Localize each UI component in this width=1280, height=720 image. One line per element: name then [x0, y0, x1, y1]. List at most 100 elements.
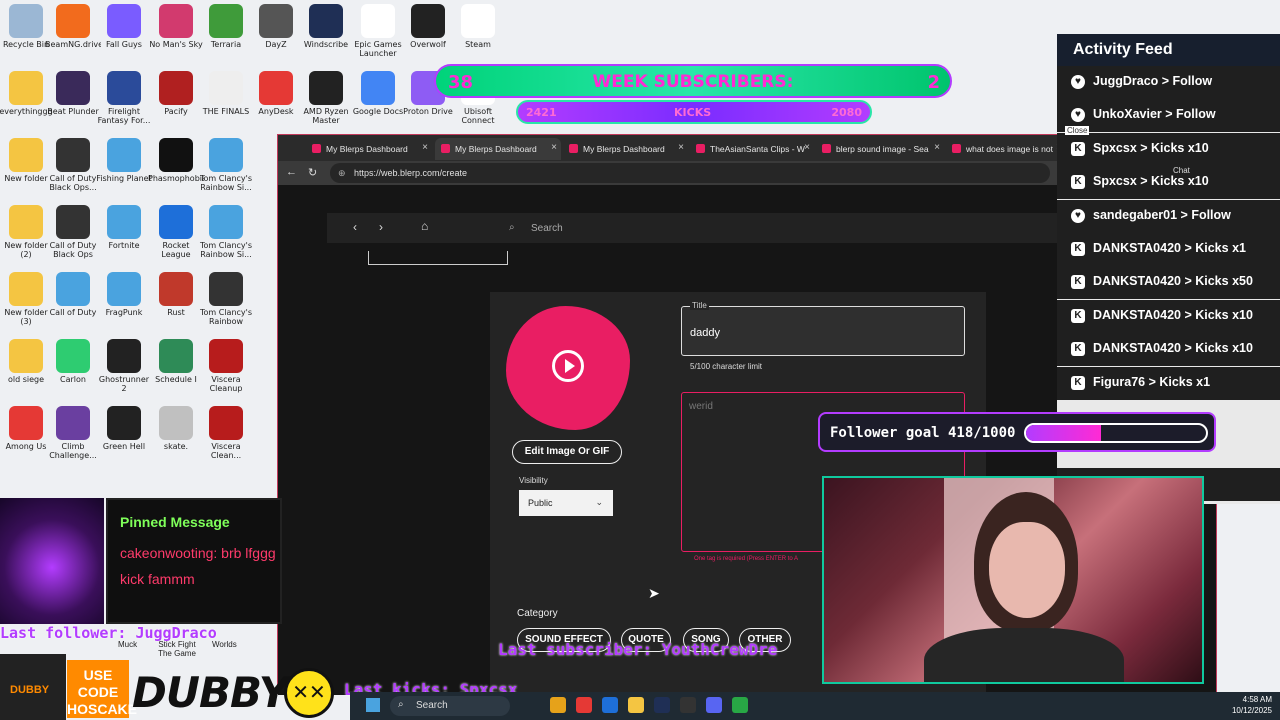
- upload-media-area[interactable]: [506, 306, 630, 430]
- desktop-icon-label: Climb Challenge...: [49, 442, 97, 460]
- desktop-icon[interactable]: Carlon: [45, 339, 101, 393]
- desktop-icon[interactable]: Viscera Clean...: [198, 406, 254, 460]
- desktop-app-icon: [411, 4, 445, 38]
- taskbar-search-icon: ⌕: [398, 699, 404, 710]
- file-explorer-icon[interactable]: [550, 697, 566, 713]
- desktop-icon[interactable]: Climb Challenge...: [45, 406, 101, 460]
- desktop-icon[interactable]: Call of Duty Black Ops: [45, 205, 101, 259]
- desktop-icon-label: Overwolf: [410, 40, 446, 49]
- folder-icon[interactable]: [628, 697, 644, 713]
- reload-icon[interactable]: ↻: [308, 166, 317, 179]
- desktop-icon-label: Ghostrunner 2: [98, 375, 150, 393]
- desktop-icon[interactable]: Call of Duty Black Ops...: [45, 138, 101, 192]
- desktop-icon[interactable]: Fishing Planet: [96, 138, 152, 192]
- desktop-icon[interactable]: Tom Clancy's Rainbow Si...: [198, 205, 254, 259]
- nav-back-icon[interactable]: ‹: [353, 220, 357, 234]
- kick-icon: K: [1071, 141, 1085, 156]
- tab-close-icon[interactable]: ×: [804, 142, 810, 153]
- desktop-icon[interactable]: Epic Games Launcher: [350, 4, 406, 58]
- tab-label: My Blerps Dashboard: [583, 144, 665, 154]
- desktop-icon[interactable]: Pacify: [148, 71, 204, 125]
- collapsed-field: [368, 251, 508, 265]
- lock-icon: ⊕: [338, 168, 346, 178]
- desktop-icon[interactable]: Viscera Cleanup Deta...: [198, 339, 254, 393]
- browser-tab[interactable]: My Blerps Dashboard ×: [563, 138, 688, 160]
- desktop-icon[interactable]: THE FINALS: [198, 71, 254, 125]
- desktop-icon[interactable]: BeamNG.drive: [45, 4, 101, 58]
- desktop-icon-label: Steam: [465, 40, 491, 49]
- desktop-icon[interactable]: Phasmophobia: [148, 138, 204, 192]
- search-input[interactable]: ⌕ Search: [497, 217, 897, 239]
- tab-close-icon[interactable]: ×: [934, 142, 940, 153]
- desktop-app-icon: [361, 4, 395, 38]
- feed-item-text: Figura76 > Kicks x1: [1093, 374, 1211, 389]
- desktop-icon-label: Call of Duty Black Ops: [49, 241, 97, 259]
- browser-taskbar-icon[interactable]: [576, 697, 592, 713]
- heart-icon: ♥: [1071, 75, 1085, 89]
- edit-image-button[interactable]: Edit Image Or GIF: [512, 440, 622, 464]
- desktop-app-icon: [107, 272, 141, 306]
- desktop-app-icon: [461, 4, 495, 38]
- desktop-icon[interactable]: Tom Clancy's Rainbow Six...: [198, 272, 254, 326]
- desktop-icon[interactable]: Overwolf: [400, 4, 456, 58]
- browser-tab[interactable]: My Blerps Dashboard ×: [306, 138, 432, 160]
- desktop-icon[interactable]: Windscribe: [298, 4, 354, 58]
- browser-tab[interactable]: My Blerps Dashboard ×: [435, 138, 561, 160]
- title-field[interactable]: Title daddy: [681, 301, 965, 356]
- visibility-label: Visibility: [519, 476, 548, 485]
- browser-tab[interactable]: what does image is not×: [946, 138, 1066, 160]
- desktop-icon[interactable]: Call of Duty: [45, 272, 101, 326]
- desktop-icon[interactable]: Rocket League: [148, 205, 204, 259]
- desktop-icon[interactable]: Fortnite: [96, 205, 152, 259]
- discord-icon[interactable]: [706, 697, 722, 713]
- desktop-app-icon: [159, 406, 193, 440]
- desktop-icon[interactable]: Fall Guys: [96, 4, 152, 58]
- desktop-icon[interactable]: Google Docs: [350, 71, 406, 125]
- desktop-app-icon: [107, 205, 141, 239]
- desktop-icon-label: AMD Ryzen Master: [303, 107, 349, 125]
- desktop-icon[interactable]: Terraria: [198, 4, 254, 58]
- sub-banner-title: WEEK SUBSCRIBERS:: [592, 72, 794, 92]
- app-taskbar-icon[interactable]: [732, 697, 748, 713]
- home-icon[interactable]: ⌂: [421, 219, 428, 233]
- tab-close-icon[interactable]: ×: [678, 142, 684, 153]
- outlook-icon[interactable]: [602, 697, 618, 713]
- char-limit-text: 5/100 character limit: [690, 362, 763, 371]
- taskbar-clock[interactable]: 4:58 AM 10/12/2025: [1232, 694, 1272, 716]
- steam-taskbar-icon[interactable]: [680, 697, 696, 713]
- desktop-icon-label: BeamNG.drive: [45, 40, 101, 49]
- url-field[interactable]: ⊕ https://web.blerp.com/create: [330, 163, 1050, 183]
- back-icon[interactable]: ←: [286, 166, 297, 178]
- tab-close-icon[interactable]: ×: [422, 142, 428, 153]
- category-label: Category: [517, 608, 558, 619]
- start-icon[interactable]: [366, 698, 380, 712]
- desktop-icon[interactable]: Firelight Fantasy For...: [96, 71, 152, 125]
- nav-forward-icon[interactable]: ›: [379, 220, 383, 234]
- feed-item: K DANKSTA0420 > Kicks x50: [1057, 266, 1280, 300]
- desktop-icon[interactable]: Tom Clancy's Rainbow Si...: [198, 138, 254, 192]
- desktop-icon-label: Ubisoft Connect: [461, 107, 495, 125]
- desktop-icon[interactable]: Ghostrunner 2: [96, 339, 152, 393]
- taskbar-search[interactable]: ⌕ Search: [390, 696, 510, 716]
- desktop-icon-label: DayZ: [265, 40, 287, 49]
- desktop-icon[interactable]: Steam: [450, 4, 506, 58]
- tab-close-icon[interactable]: ×: [551, 142, 557, 153]
- desktop-icon[interactable]: AMD Ryzen Master: [298, 71, 354, 125]
- mouse-cursor-icon: ➤: [648, 585, 660, 601]
- desktop-icon[interactable]: Schedule I: [148, 339, 204, 393]
- desktop-app-icon: [107, 406, 141, 440]
- desktop-icon[interactable]: skate.: [148, 406, 204, 460]
- desktop-icon-label: THE FINALS: [202, 107, 250, 116]
- desktop-icon[interactable]: Rust: [148, 272, 204, 326]
- windscribe-taskbar-icon[interactable]: [654, 697, 670, 713]
- browser-tab[interactable]: TheAsianSanta Clips - W ×: [690, 138, 814, 160]
- desktop-icon[interactable]: Green Hell: [96, 406, 152, 460]
- visibility-select[interactable]: Public ⌄: [519, 490, 613, 516]
- desktop-icon[interactable]: No Man's Sky: [148, 4, 204, 58]
- desktop-icon[interactable]: Beat Plunder: [45, 71, 101, 125]
- desktop-icon[interactable]: AnyDesk: [248, 71, 304, 125]
- play-icon[interactable]: [552, 350, 584, 382]
- desktop-icon[interactable]: DayZ: [248, 4, 304, 58]
- browser-tab[interactable]: blerp sound image - Sea ×: [816, 138, 944, 160]
- desktop-icon[interactable]: FragPunk: [96, 272, 152, 326]
